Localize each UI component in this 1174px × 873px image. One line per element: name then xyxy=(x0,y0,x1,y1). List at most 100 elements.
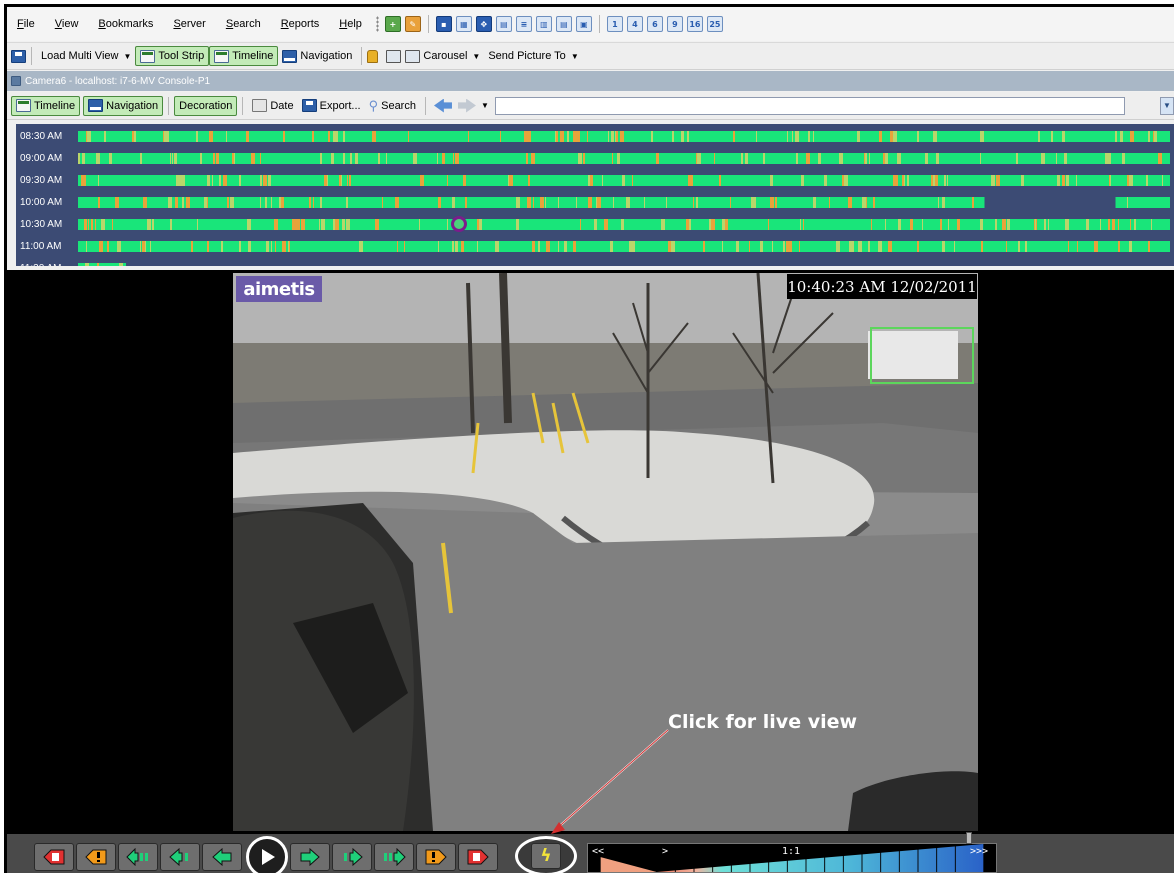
skip-forward-large-button[interactable] xyxy=(374,843,414,871)
timeline-combo-input[interactable] xyxy=(494,96,1125,115)
menu-file[interactable]: File xyxy=(7,18,45,30)
timeline-event-mark xyxy=(942,240,946,252)
play-button[interactable] xyxy=(246,836,288,873)
playback-speed-slider[interactable]: << > 1:1 >>> xyxy=(587,843,997,873)
tool-strip-button[interactable]: Tool Strip xyxy=(135,46,210,66)
step-back-button[interactable] xyxy=(202,843,242,871)
layout-6-icon[interactable]: 6 xyxy=(646,16,663,32)
decoration-button[interactable]: Decoration xyxy=(174,95,238,116)
timeline-recording-bar[interactable] xyxy=(78,196,1170,208)
timeline-event-mark xyxy=(995,174,1000,186)
timeline-row[interactable]: 09:30 AM xyxy=(16,169,1174,191)
next-alarm-button[interactable] xyxy=(458,843,498,871)
timeline-event-mark xyxy=(937,196,939,208)
timeline-button[interactable]: Timeline xyxy=(11,95,81,116)
live-view-button[interactable]: ϟ xyxy=(515,836,577,873)
timeline-row[interactable]: 11:30 AM xyxy=(16,257,1174,266)
timeline-recording-bar[interactable] xyxy=(78,262,126,266)
menu-search[interactable]: Search xyxy=(216,18,271,30)
previous-alarm-button[interactable] xyxy=(34,843,74,871)
chevron-down-icon[interactable]: ▼ xyxy=(481,101,489,110)
layout-25-icon[interactable]: 25 xyxy=(706,16,723,32)
combo-dropdown-icon[interactable]: ▼ xyxy=(1160,96,1174,115)
timeline-icon xyxy=(16,99,31,112)
layout-1-icon[interactable]: 1 xyxy=(606,16,623,32)
camera-video-frame[interactable]: aimetis 10:40:23 AM 12/02/2011 xyxy=(233,273,978,831)
date-button[interactable]: Date xyxy=(248,96,297,116)
save-icon[interactable] xyxy=(11,49,26,63)
speed-slider-thumb[interactable] xyxy=(966,832,972,844)
thumbnail-view-icon[interactable]: ▣ xyxy=(575,16,592,32)
timeline-event-mark xyxy=(1017,240,1020,252)
layout-4-icon[interactable]: 4 xyxy=(626,16,643,32)
report-view-icon[interactable]: ▤ xyxy=(555,16,572,32)
search-button[interactable]: ⚲ Search xyxy=(365,96,420,116)
timeline-event-mark xyxy=(616,130,619,142)
timeline-event-mark xyxy=(1162,174,1164,186)
timeline-event-mark xyxy=(282,240,287,252)
skip-back-large-button[interactable] xyxy=(118,843,158,871)
detail-view-icon[interactable]: ▥ xyxy=(535,16,552,32)
list-view-icon[interactable]: ≡ xyxy=(515,16,532,32)
timeline-row[interactable]: 11:00 AM xyxy=(16,235,1174,257)
timeline-event-mark xyxy=(748,240,750,252)
carousel-button[interactable]: Carousel ▼ xyxy=(401,46,484,66)
navigation-button[interactable]: Navigation xyxy=(83,95,164,116)
send-picture-button[interactable]: Send Picture To ▼ xyxy=(484,46,582,66)
add-camera-icon[interactable]: + xyxy=(384,16,401,32)
timeline-event-mark xyxy=(893,130,898,142)
layout-16-icon[interactable]: 16 xyxy=(686,16,703,32)
menu-bookmarks[interactable]: Bookmarks xyxy=(88,18,163,30)
ptz-icon[interactable]: ✥ xyxy=(475,16,492,32)
menu-help[interactable]: Help xyxy=(329,18,372,30)
timeline-event-mark xyxy=(395,196,400,208)
single-view-icon[interactable]: ▪ xyxy=(435,16,452,32)
forward-arrow-icon[interactable] xyxy=(457,98,476,113)
timeline-row[interactable]: 10:00 AM xyxy=(16,191,1174,213)
previous-event-button[interactable] xyxy=(76,843,116,871)
timeline-event-mark xyxy=(221,240,224,252)
timeline-recording-bar[interactable] xyxy=(78,130,1170,142)
export-button[interactable]: Export... xyxy=(298,96,365,116)
timeline-event-mark xyxy=(206,240,209,252)
layout-9-icon[interactable]: 9 xyxy=(666,16,683,32)
timeline-recording-bar[interactable] xyxy=(78,174,1170,186)
timeline-event-mark xyxy=(381,196,383,208)
timeline-event-mark xyxy=(954,240,956,252)
skip-back-medium-button[interactable] xyxy=(160,843,200,871)
timeline-row[interactable]: 09:00 AM xyxy=(16,147,1174,169)
timeline-event-mark xyxy=(212,174,214,186)
skip-forward-medium-button[interactable] xyxy=(332,843,372,871)
timeline-recording-bar[interactable] xyxy=(78,240,1170,252)
load-multi-view-button[interactable]: Load Multi View ▼ xyxy=(37,46,135,66)
next-event-button[interactable] xyxy=(416,843,456,871)
timeline-recording-bar[interactable] xyxy=(78,152,1170,164)
split-view-icon[interactable]: ▦ xyxy=(455,16,472,32)
menu-server[interactable]: Server xyxy=(163,18,215,30)
edit-icon[interactable]: ✎ xyxy=(404,16,421,32)
timeline-event-mark xyxy=(644,196,646,208)
navigation-toggle-button[interactable]: Navigation xyxy=(278,46,356,66)
back-arrow-icon[interactable] xyxy=(433,98,452,113)
timeline-toggle-button[interactable]: Timeline xyxy=(209,46,279,66)
search-label: Search xyxy=(381,99,416,112)
timeline-row[interactable]: 10:30 AM xyxy=(16,213,1174,235)
monitor-icon[interactable] xyxy=(386,49,402,63)
menu-reports[interactable]: Reports xyxy=(271,18,330,30)
lock-icon[interactable] xyxy=(367,49,379,63)
timeline-event-mark xyxy=(1061,130,1065,142)
step-forward-button[interactable] xyxy=(290,843,330,871)
calendar-icon xyxy=(252,99,268,112)
timeline-event-mark xyxy=(182,196,185,208)
toolbar-separator xyxy=(424,96,426,115)
timeline-row[interactable]: 08:30 AM xyxy=(16,125,1174,147)
timeline-panel[interactable]: 08:30 AM 09:00 AM 09:30 AM 10:00 AM 10:30 AM… xyxy=(16,124,1174,266)
timeline-event-mark xyxy=(97,174,99,186)
grid-view-icon[interactable]: ▤ xyxy=(495,16,512,32)
timeline-event-mark xyxy=(247,240,251,252)
timeline-event-mark xyxy=(1126,196,1128,208)
timeline-recording-bar[interactable] xyxy=(78,218,1170,230)
timeline-playhead[interactable] xyxy=(451,216,467,232)
timeline-event-mark xyxy=(668,240,672,252)
menu-view[interactable]: View xyxy=(45,18,89,30)
